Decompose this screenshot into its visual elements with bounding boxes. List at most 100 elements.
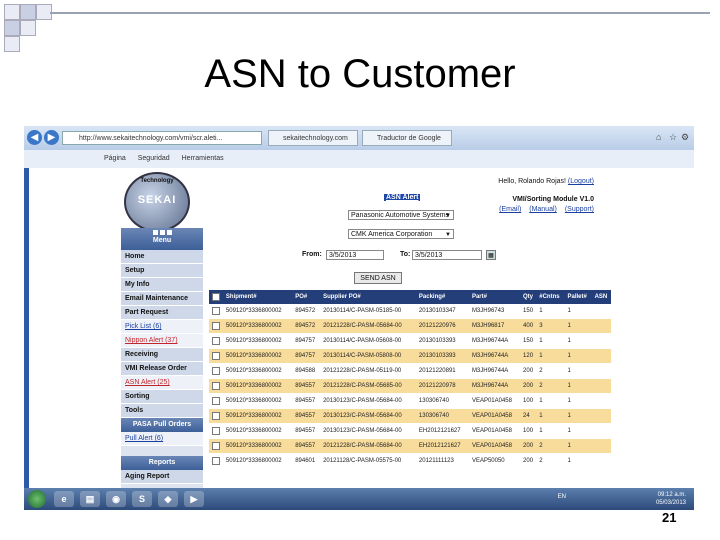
calendar-icon[interactable]: ▦: [486, 250, 496, 260]
internet-explorer-icon[interactable]: e: [54, 491, 74, 507]
slide-title: ASN to Customer: [204, 52, 516, 96]
table-cell: 509120*3336800002: [222, 423, 293, 439]
table-row[interactable]: 509120*3336800002 894572 20121228/C-PASM-0…: [209, 318, 611, 334]
table-row[interactable]: 509120*3336800002 894757 20130114/C-PASM-0…: [209, 348, 611, 364]
column-header: #Cntns: [536, 290, 565, 304]
select-all-checkbox[interactable]: [212, 293, 220, 301]
sidebar-item-my-info[interactable]: My Info: [121, 278, 203, 292]
table-cell: [591, 423, 611, 439]
row-checkbox[interactable]: [212, 382, 220, 390]
row-checkbox[interactable]: [212, 412, 220, 420]
table-cell: EH2012121627: [415, 438, 469, 454]
table-cell: [591, 333, 611, 349]
address-bar[interactable]: http://www.sekaitechnology.com/vmi/scr.a…: [62, 131, 262, 145]
table-cell: 1: [564, 333, 592, 349]
sidebar-item-asn-alert-25[interactable]: ASN Alert (25): [121, 376, 203, 390]
explorer-icon[interactable]: ▤: [80, 491, 100, 507]
row-select-cell: [209, 453, 223, 469]
sidebar-item-setup[interactable]: Setup: [121, 264, 203, 278]
asn-alert-title: ASN Alert: [384, 194, 421, 201]
table-row[interactable]: 509120*3336800002 894557 20130123/C-PASM-0…: [209, 408, 611, 424]
table-cell: 20121228/C-PASM-05684-00: [320, 438, 416, 454]
media-icon[interactable]: ◉: [106, 491, 126, 507]
table-cell: VEAP01A0458: [468, 408, 521, 424]
table-row[interactable]: 509120*3336800002 894557 20121228/C-PASM-0…: [209, 438, 611, 454]
table-cell: 20121220976: [415, 318, 469, 334]
table-cell: 200: [520, 378, 537, 394]
from-date-input[interactable]: 3/5/2013: [326, 250, 384, 260]
row-checkbox[interactable]: [212, 397, 220, 405]
row-checkbox[interactable]: [212, 367, 220, 375]
sidebar-item-nippon-alert-37[interactable]: Nippon Alert (37): [121, 334, 203, 348]
clock-time: 09:12 a.m.: [657, 492, 686, 498]
toolbar-security[interactable]: Seguridad: [138, 155, 170, 162]
table-row[interactable]: 509120*3336800002 894557 20121228/C-PASM-0…: [209, 378, 611, 394]
table-cell: 894757: [292, 333, 321, 349]
greeting: Hello, Rolando Rojas! (Logout): [498, 178, 594, 185]
decor-square: [20, 20, 36, 36]
table-cell: 200: [520, 363, 537, 379]
sidebar-item-pick-list-6[interactable]: Pick List (6): [121, 320, 203, 334]
manual-link[interactable]: (Manual): [529, 206, 557, 213]
row-select-cell: [209, 363, 223, 379]
column-header: Shipment#: [222, 290, 293, 304]
table-row[interactable]: 509120*3336800002 894557 20130123/C-PASM-0…: [209, 423, 611, 439]
row-checkbox[interactable]: [212, 352, 220, 360]
app-icon[interactable]: ◆: [158, 491, 178, 507]
sidebar-item-sorting[interactable]: Sorting: [121, 390, 203, 404]
sidebar-item-email-maintenance[interactable]: Email Maintenance: [121, 292, 203, 306]
toolbar-tools[interactable]: Herramientas: [182, 155, 224, 162]
logout-link[interactable]: (Logout): [568, 178, 594, 185]
row-checkbox[interactable]: [212, 307, 220, 315]
table-cell: 20121228/C-PASM-05119-00: [320, 363, 416, 379]
to-date-input[interactable]: 3/5/2013: [412, 250, 482, 260]
decor-square: [4, 20, 20, 36]
row-checkbox[interactable]: [212, 427, 220, 435]
table-row[interactable]: 509120*3336800002 894588 20121228/C-PASM-0…: [209, 363, 611, 379]
row-select-cell: [209, 333, 223, 349]
support-link[interactable]: (Support): [565, 206, 594, 213]
sidebar-item-part-request[interactable]: Part Request: [121, 306, 203, 320]
tab-sekai[interactable]: sekaitechnology.com: [268, 130, 358, 146]
table-row[interactable]: 509120*3336800002 894757 20130114/C-PASM-0…: [209, 333, 611, 349]
row-checkbox[interactable]: [212, 322, 220, 330]
player-icon[interactable]: ▶: [184, 491, 204, 507]
send-asn-button[interactable]: SEND ASN: [354, 272, 402, 284]
sidebar-item-vmi-release-order[interactable]: VMI Release Order: [121, 362, 203, 376]
star-icon[interactable]: ☆: [669, 132, 679, 142]
column-header: Qty: [520, 290, 537, 304]
gear-icon[interactable]: ⚙: [681, 132, 691, 142]
toolbar-page[interactable]: Página: [104, 155, 126, 162]
supplier-select[interactable]: CMK America Corporation ▼: [348, 229, 454, 239]
row-checkbox[interactable]: [212, 457, 220, 465]
back-icon[interactable]: ◀: [27, 130, 42, 145]
sidebar-item-tools[interactable]: Tools: [121, 404, 203, 418]
table-cell: 20121220978: [415, 378, 469, 394]
language-indicator[interactable]: EN: [558, 494, 566, 500]
home-icon[interactable]: ⌂: [656, 132, 666, 142]
clock[interactable]: 09:12 a.m. 05/03/2013: [656, 491, 686, 507]
row-checkbox[interactable]: [212, 337, 220, 345]
row-checkbox[interactable]: [212, 442, 220, 450]
table-row[interactable]: 509120*3336800002 894572 20130114/C-PASM-0…: [209, 304, 611, 319]
sidebar-item-aging-report[interactable]: Aging Report: [121, 470, 203, 484]
table-cell: 2: [536, 363, 565, 379]
table-row[interactable]: 509120*3336800002 894601 20121128/C-PASM-0…: [209, 453, 611, 469]
customer-select[interactable]: Panasonic Automotive Systems ▼: [348, 210, 454, 220]
table-cell: 400: [520, 318, 537, 334]
sidebar-item-receiving[interactable]: Receiving: [121, 348, 203, 362]
table-cell: M3JH96743: [468, 304, 521, 319]
table-row[interactable]: 509120*3336800002 894557 20130123/C-PASM-0…: [209, 393, 611, 409]
sidebar-item-home[interactable]: Home: [121, 250, 203, 264]
forward-icon[interactable]: ▶: [44, 130, 59, 145]
skype-icon[interactable]: S: [132, 491, 152, 507]
table-cell: 509120*3336800002: [222, 453, 293, 469]
table-cell: 20130114/C-PASM-05808-00: [320, 348, 416, 364]
tab-google-translate[interactable]: Traductor de Google: [362, 130, 452, 146]
sidebar-item-pull-alert-6[interactable]: Pull Alert (6): [121, 432, 203, 446]
row-select-cell: [209, 304, 223, 319]
email-link[interactable]: (Email): [499, 206, 521, 213]
start-button[interactable]: [28, 490, 46, 508]
table-cell: 2: [536, 378, 565, 394]
table-cell: 130306740: [415, 408, 469, 424]
